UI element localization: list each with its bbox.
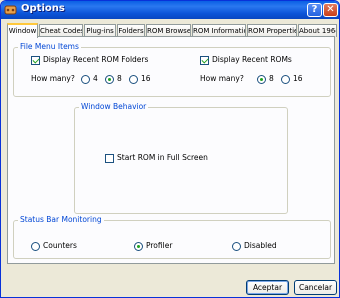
recent-roms-label[interactable]: Display Recent ROMs: [212, 55, 292, 65]
file-menu-group: File Menu Items Display Recent ROM Folde…: [13, 42, 331, 97]
roms-count-radio-16[interactable]: [281, 75, 290, 84]
help-icon: ?: [311, 4, 318, 15]
recent-rom-folders-checkbox[interactable]: [31, 56, 40, 65]
ok-button[interactable]: Aceptar: [246, 280, 289, 295]
folders-count-radio-8[interactable]: [105, 75, 114, 84]
folders-count-label-4[interactable]: 4: [93, 74, 98, 84]
window-title: Options: [21, 3, 65, 14]
status-bar-title: Status Bar Monitoring: [18, 215, 104, 225]
folders-count-radio-16[interactable]: [129, 75, 138, 84]
status-radio-disabled[interactable]: [232, 242, 241, 251]
recent-roms-checkbox[interactable]: [200, 56, 209, 65]
tab-window[interactable]: Window: [7, 23, 38, 38]
roms-count-radio-8[interactable]: [257, 75, 266, 84]
status-radio-counters[interactable]: [31, 242, 40, 251]
close-button[interactable]: ✕: [323, 3, 338, 17]
recent-rom-folders-label[interactable]: Display Recent ROM Folders: [43, 55, 148, 65]
full-screen-checkbox[interactable]: [105, 154, 114, 163]
folders-count-label-16[interactable]: 16: [141, 74, 151, 84]
close-icon: ✕: [326, 4, 335, 15]
folders-count-label-8[interactable]: 8: [117, 74, 122, 84]
options-dialog: Options ? ✕ Window Cheat Codes Plug-ins …: [0, 0, 340, 298]
help-button[interactable]: ?: [307, 3, 322, 17]
status-label-counters[interactable]: Counters: [43, 241, 77, 251]
window-behavior-title: Window Behavior: [79, 102, 149, 112]
window-tab-panel: File Menu Items Display Recent ROM Folde…: [7, 36, 335, 264]
status-radio-profiler[interactable]: [134, 242, 143, 251]
cancel-button[interactable]: Cancelar: [294, 280, 337, 295]
how-many-roms-label: How many?: [200, 74, 244, 83]
roms-count-label-8[interactable]: 8: [269, 74, 274, 84]
status-bar-group: Status Bar Monitoring Counters Profiler …: [13, 215, 331, 259]
full-screen-label[interactable]: Start ROM in Full Screen: [117, 153, 208, 163]
status-label-disabled[interactable]: Disabled: [244, 241, 277, 251]
roms-count-label-16[interactable]: 16: [293, 74, 303, 84]
status-label-profiler[interactable]: Profiler: [146, 241, 172, 251]
file-menu-title: File Menu Items: [18, 42, 81, 52]
tab-strip: Window Cheat Codes Plug-ins Folders ROM …: [7, 23, 337, 38]
how-many-folders-label: How many?: [31, 74, 75, 83]
title-bar: Options ? ✕: [1, 1, 339, 19]
folders-count-radio-4[interactable]: [81, 75, 90, 84]
window-behavior-group: Window Behavior Start ROM in Full Screen: [74, 102, 288, 214]
app-icon: [4, 5, 17, 15]
